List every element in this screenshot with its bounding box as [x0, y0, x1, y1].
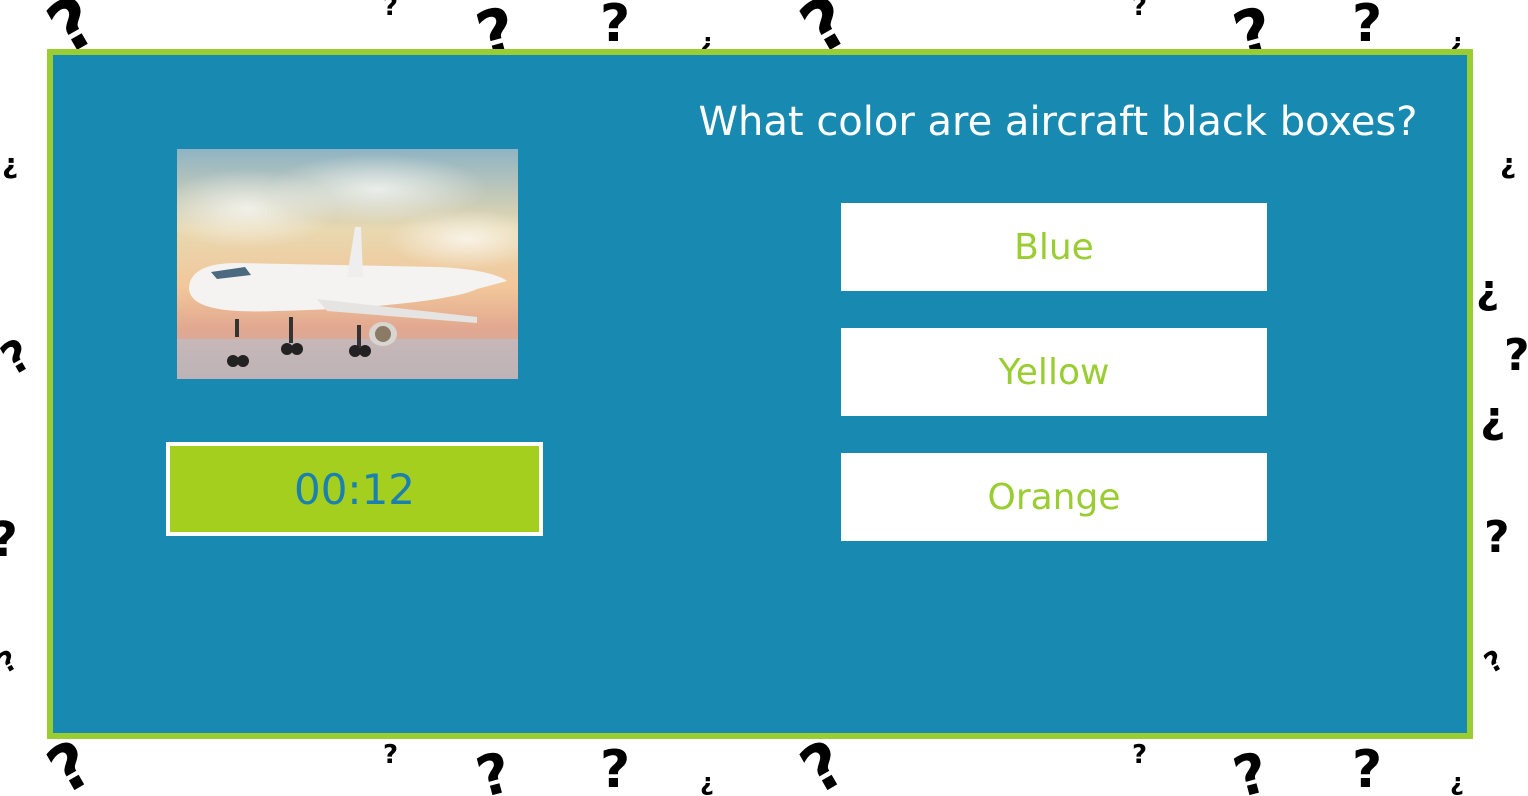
question-mark-icon: ? — [0, 329, 41, 387]
answer-button-blue[interactable]: Blue — [841, 203, 1267, 291]
question-mark-icon: ? — [600, 0, 631, 54]
question-mark-icon: ? — [600, 740, 631, 796]
question-mark-icon: ? — [788, 726, 859, 796]
answer-button-yellow[interactable]: Yellow — [841, 328, 1267, 416]
question-mark-icon: ¿ — [700, 768, 714, 796]
question-mark-icon: ¿ — [2, 147, 19, 180]
question-mark-icon: ¿ — [1476, 267, 1500, 313]
airplane-image — [177, 149, 518, 379]
question-mark-icon: ? — [470, 739, 519, 796]
question-mark-icon: ¿ — [1500, 147, 1517, 180]
question-mark-icon: ¿ — [1480, 392, 1506, 443]
question-mark-icon: ? — [1132, 740, 1148, 770]
question-text: What color are aircraft black boxes? — [698, 99, 1418, 145]
question-mark-icon: ? — [35, 726, 106, 796]
question-mark-icon: ? — [1504, 330, 1528, 381]
countdown-timer: 00:12 — [166, 442, 543, 536]
question-mark-icon: ? — [1478, 643, 1510, 680]
question-mark-icon: ? — [1132, 0, 1148, 22]
question-mark-icon: ? — [1352, 0, 1383, 54]
answer-button-orange[interactable]: Orange — [841, 453, 1267, 541]
question-mark-icon: ? — [1352, 740, 1383, 796]
question-mark-icon: ? — [383, 740, 399, 770]
airplane-photo — [177, 149, 518, 379]
question-mark-icon: ? — [1484, 512, 1510, 563]
quiz-panel: 00:12 What color are aircraft black boxe… — [47, 49, 1473, 739]
question-mark-icon: ? — [0, 516, 18, 564]
question-mark-icon: ¿ — [1450, 768, 1464, 796]
question-mark-icon: ? — [1227, 739, 1276, 796]
question-mark-icon: ? — [0, 643, 24, 680]
question-mark-icon: ? — [383, 0, 399, 22]
